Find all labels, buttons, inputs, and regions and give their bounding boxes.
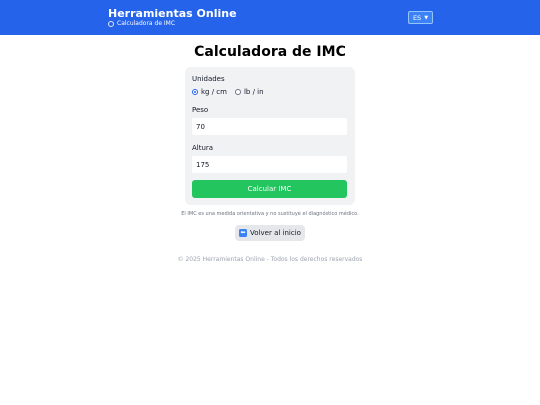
- chevron-down-icon: ▼: [424, 14, 429, 21]
- language-value: ES: [412, 13, 422, 22]
- radio-imperial-label[interactable]: lb / in: [244, 88, 264, 96]
- weight-input[interactable]: [192, 118, 347, 135]
- brand-title[interactable]: Herramientas Online: [108, 7, 237, 20]
- back-home-button[interactable]: ⬅ Volver al inicio: [235, 225, 305, 241]
- units-label: Unidades: [192, 75, 225, 83]
- page-title: Calculadora de IMC: [194, 44, 346, 60]
- breadcrumb-label: Calculadora de IMC: [117, 20, 176, 27]
- disclaimer-text: El IMC es una medida orientativa y no su…: [181, 211, 359, 217]
- back-arrow-icon: ⬅: [239, 229, 248, 237]
- radio-imperial[interactable]: [234, 89, 241, 95]
- units-radio-group: kg / cm lb / in: [192, 88, 264, 96]
- footer-copyright: © 2025 Herramientas Online - Todos los d…: [177, 256, 363, 263]
- tool-icon: [108, 20, 114, 27]
- weight-label: Peso: [192, 106, 209, 114]
- height-input[interactable]: [192, 156, 347, 173]
- bmi-form-card: Unidades kg / cm lb / in Peso Altura Cal…: [185, 67, 355, 205]
- top-header: Herramientas Online Calculadora de IMC E…: [0, 0, 540, 35]
- breadcrumb: Calculadora de IMC: [108, 20, 175, 27]
- language-select[interactable]: ES ▼: [408, 11, 433, 24]
- back-home-label: Volver al inicio: [250, 229, 301, 237]
- calculate-button[interactable]: Calcular IMC: [192, 180, 347, 198]
- height-label: Altura: [192, 144, 214, 152]
- radio-metric[interactable]: [192, 89, 198, 95]
- radio-metric-label[interactable]: kg / cm: [201, 88, 227, 96]
